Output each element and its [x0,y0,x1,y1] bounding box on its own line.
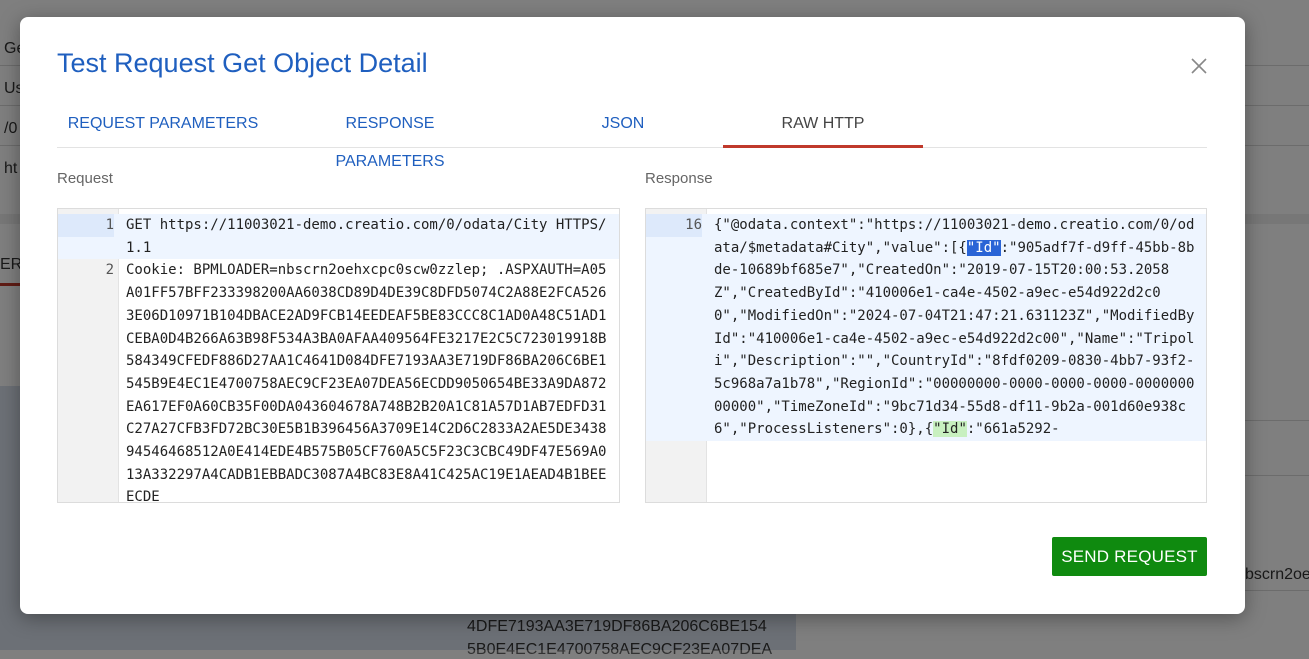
line-text: Cookie: BPMLOADER=nbscrn2oehxcpc0scw0zzl… [126,262,607,503]
active-tab-indicator [723,145,923,148]
response-editor[interactable]: 16 {"@odata.context":"https://11003021-d… [645,208,1207,503]
modal-title: Test Request Get Object Detail [57,48,428,78]
line-text: {"@odata.context":"https://11003021-demo… [714,217,1195,438]
code-line: 2 Cookie: BPMLOADER=nbscrn2oehxcpc0scw0z… [58,259,619,503]
close-button[interactable] [1186,53,1212,79]
send-request-button[interactable]: SEND REQUEST [1052,537,1207,576]
tab-response-parameters[interactable]: RESPONSE PARAMETERS [295,105,485,170]
line-number: 1 [58,214,114,237]
tab-request-parameters[interactable]: REQUEST PARAMETERS [57,105,269,147]
selected-token: "Id" [966,239,1001,256]
code-line: 16 {"@odata.context":"https://11003021-d… [646,214,1206,442]
line-number: 2 [105,262,114,279]
test-request-modal: Test Request Get Object Detail REQUEST P… [20,17,1245,614]
match-highlight: "Id" [933,421,967,438]
request-editor[interactable]: 1 GET https://11003021-demo.creatio.com/… [57,208,620,503]
line-number: 16 [646,214,702,237]
request-label: Request [57,170,113,187]
tab-raw-http[interactable]: RAW HTTP [723,105,923,148]
line-text: GET https://11003021-demo.creatio.com/0/… [126,217,607,256]
tab-json[interactable]: JSON [523,105,723,147]
tab-bar: REQUEST PARAMETERS RESPONSE PARAMETERS J… [57,105,1207,170]
response-label: Response [645,170,713,187]
close-icon [1191,58,1207,74]
code-line: 1 GET https://11003021-demo.creatio.com/… [58,214,619,260]
